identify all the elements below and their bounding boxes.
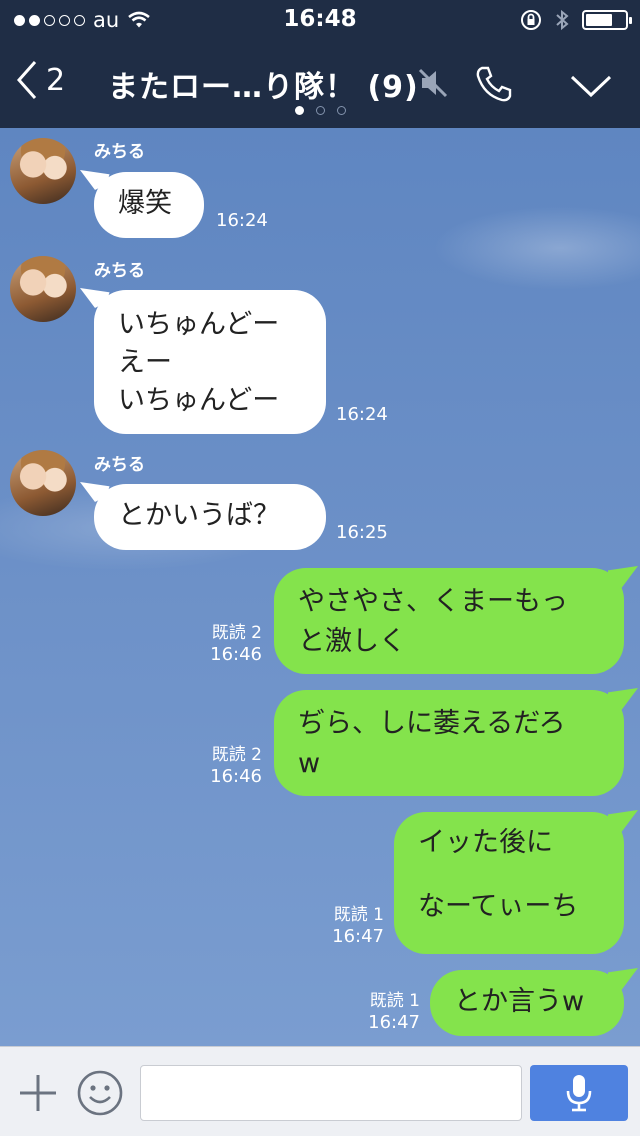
message-meta: 16:24 bbox=[216, 210, 268, 232]
chat-title[interactable]: またロー…り隊！ (9) bbox=[108, 62, 419, 106]
message-time: 16:25 bbox=[336, 522, 388, 543]
message-line: いちゅんどー bbox=[118, 309, 280, 340]
message-time: 16:24 bbox=[216, 210, 268, 231]
status-right-icons bbox=[520, 8, 632, 32]
message-line: やさやさ、くまーもっ bbox=[298, 586, 568, 617]
message-meta: 16:24 bbox=[336, 404, 388, 426]
smiley-icon[interactable] bbox=[76, 1069, 124, 1117]
mute-icon[interactable] bbox=[416, 66, 450, 100]
outgoing-message-bubble[interactable]: イッた後に なーてぃーち bbox=[394, 812, 624, 954]
message-meta: 既読 2 16:46 bbox=[196, 744, 262, 788]
message-time: 16:47 bbox=[332, 926, 384, 947]
voice-button[interactable] bbox=[530, 1065, 628, 1121]
message-line: いちゅんどー bbox=[118, 385, 280, 416]
chat-header: 2 またロー…り隊！ (9) bbox=[0, 40, 640, 128]
message-text: とか言うw bbox=[454, 986, 585, 1017]
incoming-message-bubble[interactable]: いちゅんどー えー いちゅんどー bbox=[94, 290, 326, 434]
read-receipt: 既読 1 bbox=[333, 905, 384, 925]
message-meta: 既読 1 16:47 bbox=[354, 990, 420, 1034]
rotation-lock-icon bbox=[521, 10, 541, 30]
read-receipt: 既読 1 bbox=[369, 991, 420, 1011]
incoming-message-bubble[interactable]: とかいうば？ bbox=[94, 484, 326, 550]
message-line: なーてぃーち bbox=[418, 891, 579, 922]
avatar[interactable] bbox=[10, 256, 76, 322]
sender-name: みちる bbox=[94, 261, 145, 281]
message-text: 爆笑 bbox=[118, 188, 172, 219]
mic-icon bbox=[566, 1075, 592, 1112]
chat-messages[interactable]: みちる 爆笑 16:24 みちる いちゅんどー えー いちゅんどー 16:24 … bbox=[0, 128, 640, 1046]
avatar[interactable] bbox=[10, 450, 76, 516]
avatar[interactable] bbox=[10, 138, 76, 204]
read-receipt: 既読 2 bbox=[211, 623, 262, 643]
back-chevron-icon bbox=[16, 61, 37, 99]
message-line: と激しく bbox=[298, 626, 406, 657]
message-line: ぢら、しに萎えるだろ bbox=[298, 708, 566, 739]
outgoing-message-bubble[interactable]: ぢら、しに萎えるだろ w bbox=[274, 690, 624, 796]
message-line: イッた後に bbox=[418, 827, 553, 858]
phone-icon[interactable] bbox=[474, 64, 514, 104]
message-input[interactable] bbox=[140, 1065, 522, 1121]
message-time: 16:47 bbox=[368, 1012, 420, 1033]
message-input-bar bbox=[0, 1046, 640, 1136]
message-meta: 既読 2 16:46 bbox=[196, 622, 262, 666]
back-count: 2 bbox=[46, 62, 66, 98]
battery-icon bbox=[582, 10, 632, 30]
plus-icon[interactable] bbox=[18, 1073, 58, 1113]
message-line bbox=[418, 862, 600, 888]
line-chat-screen: au 16:48 2 またロー…り隊！ (9) みちる 爆笑 16:24 みちる… bbox=[0, 0, 640, 1136]
sender-name: みちる bbox=[94, 455, 145, 475]
message-meta: 既読 1 16:47 bbox=[318, 904, 384, 948]
chevron-down-icon[interactable] bbox=[570, 74, 612, 98]
outgoing-message-bubble[interactable]: やさやさ、くまーもっ と激しく bbox=[274, 568, 624, 674]
outgoing-message-bubble[interactable]: とか言うw bbox=[430, 970, 624, 1036]
page-indicator bbox=[0, 106, 640, 115]
page-dot bbox=[315, 106, 325, 115]
message-time: 16:46 bbox=[210, 644, 262, 665]
back-button[interactable]: 2 bbox=[16, 60, 65, 100]
incoming-message-bubble[interactable]: 爆笑 bbox=[94, 172, 204, 238]
sender-name: みちる bbox=[94, 142, 145, 162]
page-dot bbox=[336, 106, 346, 115]
page-dot bbox=[294, 106, 304, 115]
message-line: えー bbox=[118, 347, 172, 378]
message-line: w bbox=[298, 748, 321, 779]
read-receipt: 既読 2 bbox=[211, 745, 262, 765]
message-text: とかいうば？ bbox=[118, 500, 280, 531]
status-bar: au 16:48 bbox=[0, 0, 640, 40]
message-time: 16:24 bbox=[336, 404, 388, 425]
message-meta: 16:25 bbox=[336, 522, 388, 544]
bluetooth-icon bbox=[556, 9, 569, 31]
message-time: 16:46 bbox=[210, 766, 262, 787]
